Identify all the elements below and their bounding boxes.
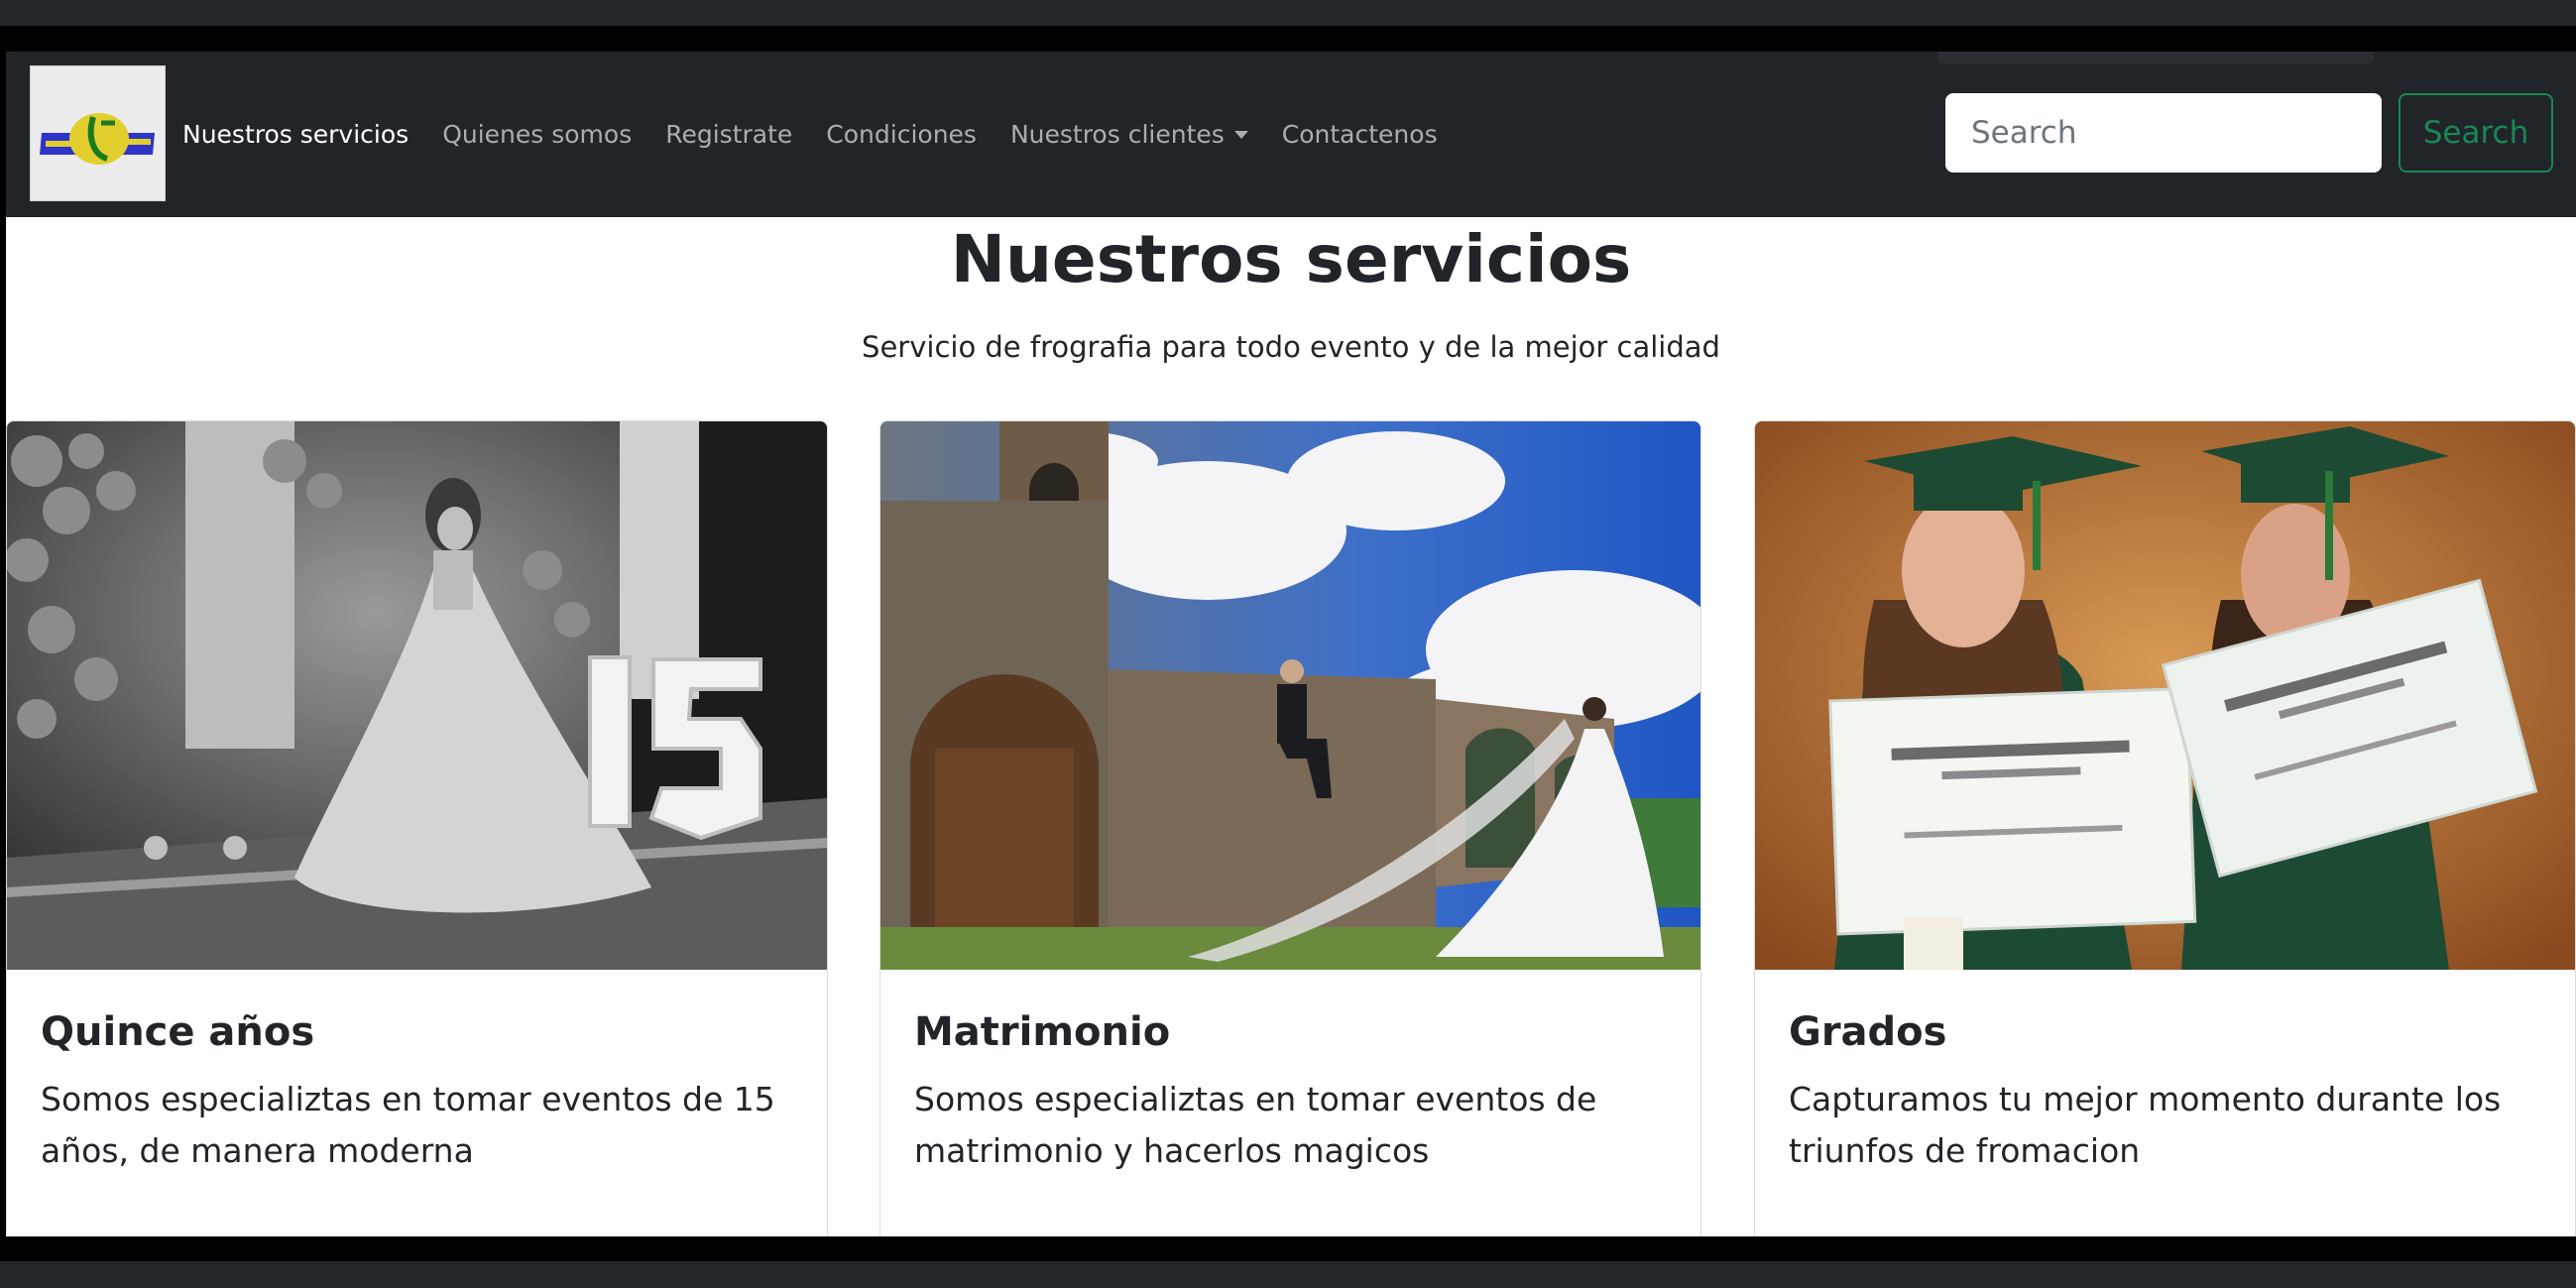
search-button[interactable]: Search: [2399, 93, 2553, 173]
caret-down-icon: [1233, 130, 1248, 139]
brand-logo[interactable]: [30, 65, 166, 201]
page-subtitle: Servicio de frografia para todo evento y…: [862, 330, 1720, 364]
nav-link-condiciones[interactable]: Condiciones: [826, 120, 977, 149]
navbar-edge: [1937, 52, 2374, 63]
card-title: Quince años: [41, 1009, 315, 1055]
screen-bottom-border: [0, 1261, 2576, 1288]
service-card-matrimonio: Matrimonio Somos especializtas en tomar …: [879, 420, 1701, 1236]
nav-links: Nuestros servicios Quienes somos Registr…: [182, 52, 1438, 217]
card-text: Capturamos tu mejor momento durante los …: [1789, 1080, 2502, 1170]
quinceanera-photo: [7, 421, 827, 970]
browser-page: Nuestros servicios Quienes somos Registr…: [6, 52, 2576, 1236]
graduation-photo: [1755, 421, 2575, 970]
nav-link-nuestros-servicios[interactable]: Nuestros servicios: [182, 120, 409, 149]
nav-dropdown-label: Nuestros clientes: [1009, 120, 1225, 149]
card-title: Matrimonio: [914, 1009, 1171, 1055]
card-title: Grados: [1789, 1009, 1947, 1055]
logo-icon: [35, 70, 161, 196]
card-text: Somos especializtas en tomar eventos de …: [41, 1080, 775, 1170]
navbar: Nuestros servicios Quienes somos Registr…: [6, 52, 2576, 217]
page-title: Nuestros servicios: [950, 221, 1632, 297]
wedding-photo: [880, 421, 1700, 970]
search-input[interactable]: [1945, 93, 2382, 173]
nav-link-quienes-somos[interactable]: Quienes somos: [442, 120, 632, 149]
service-card-grados: Grados Capturamos tu mejor momento duran…: [1754, 420, 2576, 1236]
nav-link-contactenos[interactable]: Contactenos: [1282, 120, 1438, 149]
service-card-quince: Quince años Somos especializtas en tomar…: [6, 420, 828, 1236]
screen-top-border: [0, 0, 2576, 26]
nav-dropdown-nuestros-clientes[interactable]: Nuestros clientes: [1010, 120, 1248, 149]
nav-link-registrate[interactable]: Registrate: [665, 120, 792, 149]
card-text: Somos especializtas en tomar eventos de …: [914, 1080, 1597, 1170]
